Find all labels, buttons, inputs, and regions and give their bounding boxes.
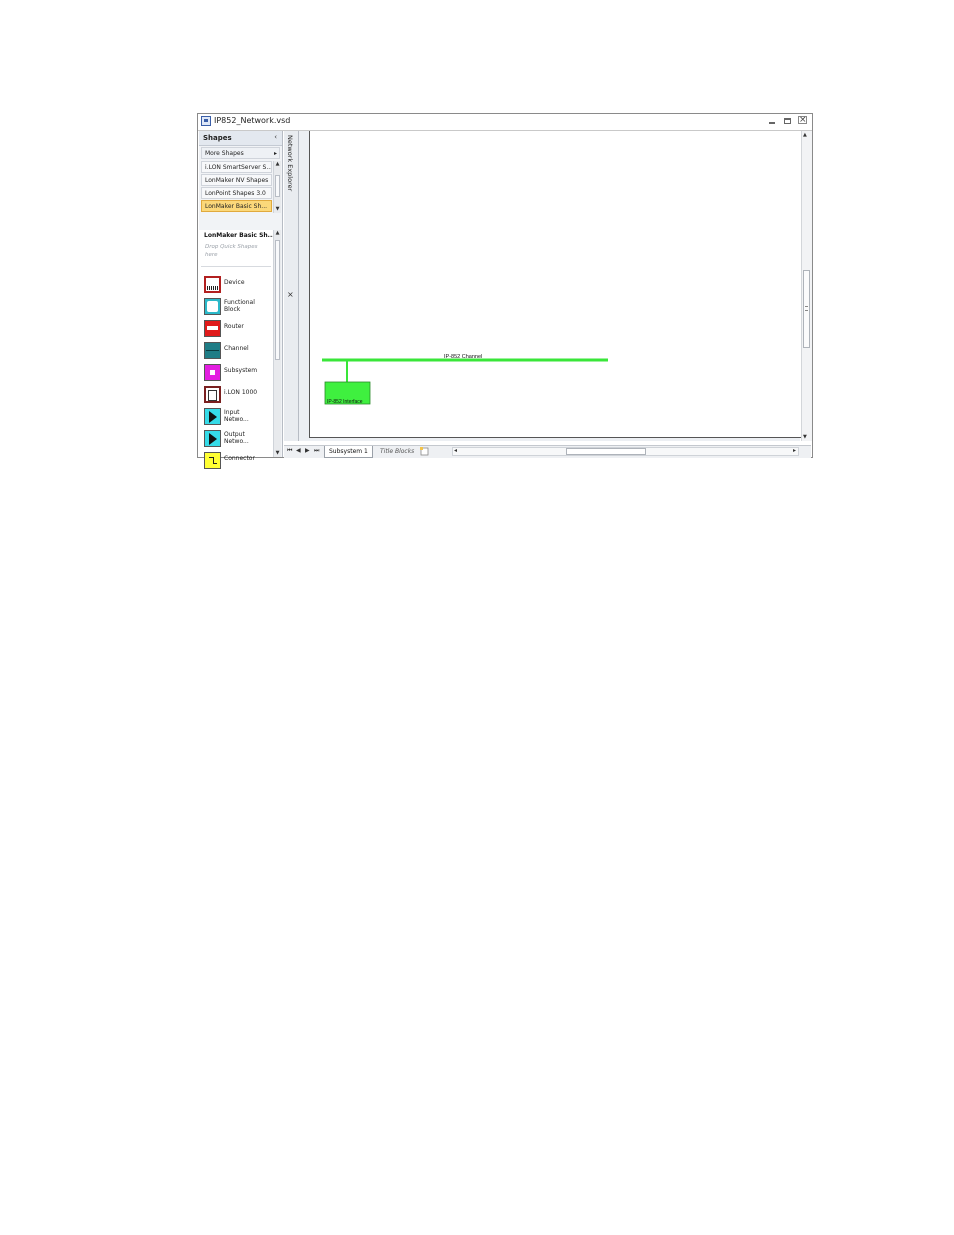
divider: [201, 266, 271, 267]
more-shapes-button[interactable]: More Shapes ▸: [201, 147, 280, 159]
scroll-down-icon[interactable]: ▼: [803, 434, 807, 440]
quick-shapes-hint: Drop Quick Shapes here: [205, 244, 258, 258]
network-explorer-title: Network Explorer: [286, 135, 294, 192]
stencil-scrollbar[interactable]: ▲ ▼: [273, 230, 281, 457]
first-page-icon[interactable]: ⏮: [287, 447, 292, 455]
grip-icon: [805, 306, 808, 311]
channel-label: IP-852 Channel: [444, 354, 482, 360]
visio-document-window: IP852_Network.vsd Shapes ‹ More Shapes ▸…: [197, 113, 813, 469]
tab-subsystem-1[interactable]: Subsystem 1: [324, 446, 373, 458]
more-shapes-label: More Shapes: [205, 150, 244, 157]
close-icon[interactable]: ×: [287, 290, 294, 299]
stencil-lonpoint-shapes[interactable]: LonPoint Shapes 3.0: [201, 187, 272, 199]
master-label: Device: [224, 279, 245, 286]
drawing-svg: IP-852 Channel IP-852 Interface: [322, 354, 608, 405]
scroll-right-icon[interactable]: ▸: [793, 447, 796, 454]
vertical-scrollbar[interactable]: ▲ ▼: [801, 131, 812, 441]
drawing-canvas-area[interactable]: IP-852 Channel IP-852 Interface: [299, 131, 801, 441]
insert-page-icon[interactable]: [419, 447, 431, 456]
title-bar: IP852_Network.vsd: [198, 114, 812, 131]
network-explorer-pane[interactable]: Network Explorer ×: [284, 131, 299, 441]
master-label: Output Netwo...: [224, 431, 249, 445]
master-label: Functional Block: [224, 299, 255, 313]
master-label: Input Netwo...: [224, 409, 249, 423]
master-functional-block[interactable]: Functional Block: [203, 298, 273, 317]
master-label: Router: [224, 323, 244, 330]
master-ilon-1000[interactable]: i.LON 1000: [203, 386, 273, 405]
tab-title-blocks[interactable]: Title Blocks: [376, 446, 418, 457]
subsystem-icon: [204, 364, 221, 381]
master-device[interactable]: Device: [203, 276, 273, 295]
router-icon: [204, 320, 221, 337]
chevron-right-icon: ▸: [273, 150, 277, 157]
next-page-icon[interactable]: ▶: [305, 447, 310, 454]
functional-block-icon: [204, 298, 221, 315]
output-network-icon: [204, 430, 221, 447]
master-label: Connector: [224, 455, 255, 462]
scroll-thumb[interactable]: [275, 175, 280, 197]
shapes-pane: Shapes ‹ More Shapes ▸ i.LON SmartServer…: [199, 131, 283, 469]
scroll-down-icon[interactable]: ▼: [274, 450, 281, 457]
stencil-contents: LonMaker Basic Sh... Drop Quick Shapes h…: [199, 230, 275, 469]
stencil-lonmaker-basic-shapes[interactable]: LonMaker Basic Sh...: [201, 200, 272, 212]
stencil-ilon-smartserver[interactable]: i.LON SmartServer S...: [201, 161, 272, 173]
master-channel[interactable]: Channel: [203, 342, 273, 361]
restore-icon[interactable]: [783, 117, 792, 126]
scroll-up-icon[interactable]: ▲: [274, 161, 281, 168]
stencil-list-scrollbar[interactable]: ▲ ▼: [273, 161, 281, 213]
master-label: i.LON 1000: [224, 389, 258, 396]
input-network-icon: [204, 408, 221, 425]
shapes-pane-header: Shapes ‹: [199, 131, 282, 146]
active-stencil-title: LonMaker Basic Sh...: [204, 232, 275, 239]
page-tabs-bar: ⏮ ◀ ▶ ⏭ Subsystem 1 Title Blocks ◂ ▸: [284, 445, 811, 458]
vertical-scroll-thumb[interactable]: [803, 270, 810, 348]
device-label: IP-852 Interface: [327, 399, 363, 405]
previous-page-icon[interactable]: ◀: [296, 447, 301, 454]
scroll-up-icon[interactable]: ▲: [274, 230, 281, 237]
collapse-pane-icon[interactable]: ‹: [274, 133, 277, 141]
horizontal-scrollbar[interactable]: ◂ ▸: [452, 447, 799, 456]
scroll-left-icon[interactable]: ◂: [454, 447, 457, 454]
master-connector[interactable]: Connector: [203, 452, 273, 471]
ilon-1000-icon: [204, 386, 221, 403]
shapes-pane-title: Shapes: [203, 134, 232, 142]
master-subsystem[interactable]: Subsystem: [203, 364, 273, 383]
master-router[interactable]: Router: [203, 320, 273, 339]
scroll-up-icon[interactable]: ▲: [803, 132, 807, 138]
window-title: IP852_Network.vsd: [214, 116, 291, 125]
drawing-page[interactable]: IP-852 Channel IP-852 Interface: [309, 131, 801, 438]
scroll-thumb[interactable]: [275, 240, 280, 360]
visio-app-icon: [201, 116, 211, 126]
connector-icon: [204, 452, 221, 469]
master-label: Channel: [224, 345, 249, 352]
master-output-network-variable[interactable]: Output Netwo...: [203, 430, 273, 449]
minimize-icon[interactable]: [768, 117, 777, 126]
master-input-network-variable[interactable]: Input Netwo...: [203, 408, 273, 427]
scroll-down-icon[interactable]: ▼: [274, 206, 281, 213]
horizontal-scroll-thumb[interactable]: [566, 448, 646, 455]
stencil-lonmaker-nv-shapes[interactable]: LonMaker NV Shapes: [201, 174, 272, 186]
channel-icon: [204, 342, 221, 359]
device-icon: [204, 276, 221, 293]
last-page-icon[interactable]: ⏭: [314, 447, 319, 455]
master-label: Subsystem: [224, 367, 258, 374]
close-icon[interactable]: [798, 116, 807, 126]
